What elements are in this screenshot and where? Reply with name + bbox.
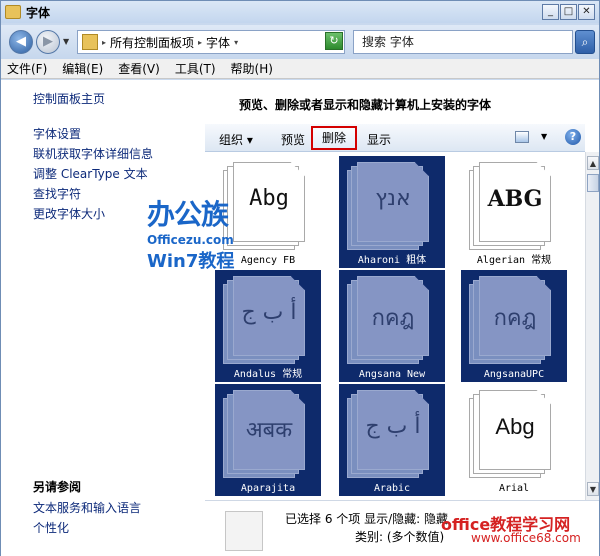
- font-preview: กคฎ: [371, 306, 415, 331]
- font-preview: अबक: [245, 418, 293, 443]
- font-tile-angsanaupc[interactable]: กคฎ AngsanaUPC: [461, 270, 567, 382]
- minimize-button[interactable]: _: [542, 4, 559, 20]
- font-name: AngsanaUPC: [483, 369, 545, 380]
- font-tile-aparajita[interactable]: अबक Aparajita: [215, 384, 321, 496]
- font-name: Arial: [498, 483, 530, 494]
- search-icon[interactable]: ⌕: [575, 30, 595, 54]
- text-services-link[interactable]: 文本服务和输入语言: [33, 499, 141, 516]
- vertical-scrollbar[interactable]: ▲ ▼: [585, 152, 599, 500]
- delete-button[interactable]: 删除: [311, 126, 357, 150]
- maximize-button[interactable]: □: [560, 4, 577, 20]
- menu-file[interactable]: 文件(F): [7, 60, 47, 77]
- font-preview: أ ب ج: [365, 414, 421, 439]
- font-tile-angsana-new[interactable]: กคฎ Angsana New: [339, 270, 445, 382]
- selection-thumbnail-icon: [225, 511, 263, 551]
- close-button[interactable]: ✕: [578, 4, 595, 20]
- font-name: Arabic: [373, 483, 411, 494]
- back-button[interactable]: ◀: [9, 30, 33, 54]
- font-preview: أ ب ج: [241, 300, 297, 325]
- refresh-button[interactable]: ↻: [325, 32, 343, 50]
- font-tile-andalus[interactable]: أ ب ج Andalus 常规: [215, 270, 321, 382]
- content-pane: 预览、删除或者显示和隐藏计算机上安装的字体 组织 ▾ 预览 删除 显示 ▼ ? …: [205, 80, 599, 556]
- organize-button[interactable]: 组织 ▾: [219, 131, 253, 148]
- breadcrumb-fonts[interactable]: 字体: [206, 34, 230, 51]
- watermark-site-url: www.office68.com: [471, 531, 581, 545]
- help-icon[interactable]: ?: [565, 129, 581, 145]
- watermark-logo-url: Officezu.com: [147, 233, 234, 247]
- scroll-thumb[interactable]: [587, 174, 599, 192]
- page-title: 预览、删除或者显示和隐藏计算机上安装的字体: [239, 98, 492, 112]
- font-name: Angsana New: [358, 369, 426, 380]
- explorer-window: 字体 _ □ ✕ ◀ ▶ ▼ ▸ 所有控制面板项 ▸ 字体 ▾ ↻ 搜索 字体 …: [0, 0, 600, 556]
- font-name: Aparajita: [240, 483, 296, 494]
- breadcrumb-control-panel[interactable]: 所有控制面板项: [110, 34, 194, 51]
- command-bar: 组织 ▾ 预览 删除 显示 ▼ ?: [205, 124, 585, 152]
- see-also-heading: 另请参阅: [33, 480, 82, 494]
- personalization-link[interactable]: 个性化: [33, 519, 69, 536]
- title-bar: 字体 _ □ ✕: [1, 1, 599, 23]
- control-panel-icon: [82, 34, 98, 50]
- font-preview: กคฎ: [493, 306, 537, 331]
- watermark-logo-main: 办公族: [147, 198, 229, 231]
- font-tile-algerian[interactable]: ABG Algerian 常规: [461, 156, 567, 268]
- adjust-cleartype-link[interactable]: 调整 ClearType 文本: [33, 165, 148, 182]
- watermark-logo: 办公族 Officezu.com Win7教程: [147, 193, 239, 273]
- window-controls: _ □ ✕: [542, 4, 595, 20]
- font-tile-aharoni[interactable]: אנץ Aharoni 粗体: [339, 156, 445, 268]
- breadcrumb[interactable]: ▸ 所有控制面板项 ▸ 字体 ▾: [77, 30, 345, 54]
- navigation-pane: 控制面板主页 字体设置 联机获取字体详细信息 调整 ClearType 文本 查…: [1, 80, 205, 556]
- font-name: Algerian 常规: [476, 255, 552, 266]
- category-status: 类别: (多个数值): [355, 530, 445, 544]
- font-preview: Abg: [249, 186, 289, 211]
- organize-label: 组织: [219, 133, 244, 147]
- font-tile-arabic[interactable]: أ ب ج Arabic: [339, 384, 445, 496]
- chevron-down-icon[interactable]: ▼: [541, 132, 547, 141]
- chevron-down-icon[interactable]: ▾: [234, 38, 238, 47]
- fonts-folder-icon: [5, 5, 21, 19]
- font-tile-arial[interactable]: Abg Arial: [461, 384, 567, 496]
- recent-pages-dropdown[interactable]: ▼: [63, 37, 69, 46]
- change-font-size-link[interactable]: 更改字体大小: [33, 205, 105, 222]
- font-preview: אנץ: [375, 186, 411, 211]
- font-name: Andalus 常规: [233, 369, 303, 380]
- scroll-down-arrow-icon[interactable]: ▼: [587, 482, 599, 496]
- control-panel-home-link[interactable]: 控制面板主页: [33, 90, 105, 107]
- menu-view[interactable]: 查看(V): [118, 60, 160, 77]
- menu-bar: 文件(F) 编辑(E) 查看(V) 工具(T) 帮助(H): [1, 59, 599, 79]
- forward-button[interactable]: ▶: [36, 30, 60, 54]
- font-grid: Abg Agency FB אנץ Aharoni 粗体 ABG Algeria…: [205, 152, 585, 500]
- address-bar: ◀ ▶ ▼ ▸ 所有控制面板项 ▸ 字体 ▾ ↻ 搜索 字体 ⌕: [1, 25, 599, 59]
- font-settings-link[interactable]: 字体设置: [33, 125, 81, 142]
- watermark-logo-sub: Win7教程: [147, 251, 235, 272]
- menu-tools[interactable]: 工具(T): [175, 60, 216, 77]
- font-preview: Abg: [495, 414, 535, 439]
- change-view-icon[interactable]: [515, 131, 529, 143]
- scroll-up-arrow-icon[interactable]: ▲: [587, 156, 599, 170]
- font-name: Aharoni 粗体: [357, 255, 427, 266]
- selection-status: 已选择 6 个项 显示/隐藏: 隐藏: [285, 512, 448, 526]
- window-title: 字体: [26, 5, 51, 20]
- font-preview: ABG: [487, 186, 543, 212]
- show-button[interactable]: 显示: [367, 131, 391, 148]
- chevron-right-icon[interactable]: ▸: [198, 38, 202, 47]
- find-character-link[interactable]: 查找字符: [33, 185, 81, 202]
- menu-help[interactable]: 帮助(H): [231, 60, 273, 77]
- preview-button[interactable]: 预览: [281, 131, 305, 148]
- search-input[interactable]: 搜索 字体: [353, 30, 573, 54]
- chevron-right-icon[interactable]: ▸: [102, 38, 106, 47]
- get-font-info-online-link[interactable]: 联机获取字体详细信息: [33, 145, 153, 162]
- menu-edit[interactable]: 编辑(E): [62, 60, 103, 77]
